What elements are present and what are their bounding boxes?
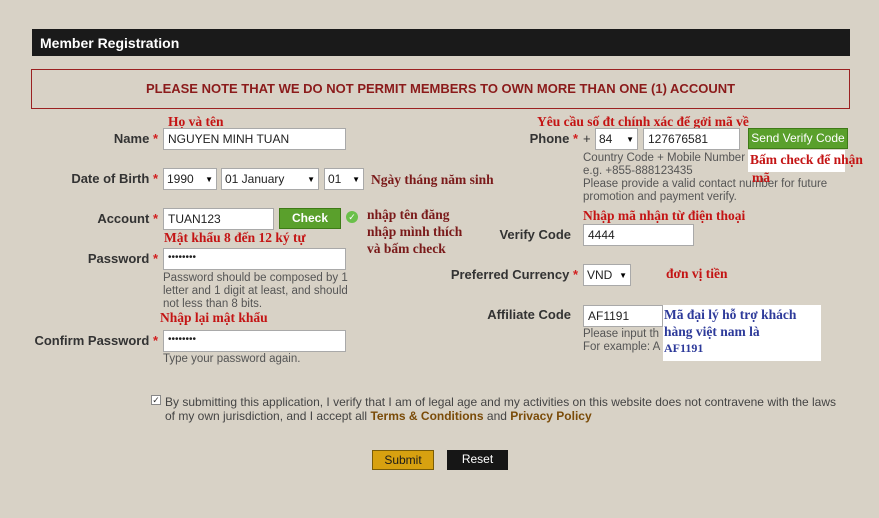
confirm-password-hint: Type your password again. [163, 353, 301, 365]
password-input[interactable]: •••••••• [163, 248, 346, 270]
password-hint: Password should be composed by 1 letter … [163, 272, 348, 310]
verify-code-input[interactable]: 4444 [583, 224, 694, 246]
checkmark-icon: ✓ [346, 211, 358, 223]
confirm-password-label: Confirm Password * [34, 333, 158, 348]
chevron-down-icon: ▼ [619, 270, 627, 280]
annotation-ngay-thang: Ngày tháng năm sinh [371, 172, 494, 187]
page-title: Member Registration [40, 35, 180, 51]
send-verify-code-button[interactable]: Send Verify Code [748, 128, 848, 149]
form-header: Member Registration [32, 29, 850, 56]
affiliate-label: Affiliate Code [487, 307, 571, 322]
annotation-ma-dai-ly: Mã đại lý hỗ trợ khách hàng việt nam là … [663, 305, 821, 361]
annotation-don-vi-tien: đơn vị tiền [666, 266, 728, 281]
name-input[interactable]: NGUYEN MINH TUAN [163, 128, 346, 150]
terms-link[interactable]: Terms & Conditions [370, 409, 483, 423]
chevron-down-icon: ▼ [205, 174, 213, 184]
dob-month-select[interactable]: 01 January ▼ [221, 168, 319, 190]
verify-code-label: Verify Code [499, 227, 571, 242]
account-label: Account * [97, 211, 158, 226]
phone-plus: + [583, 131, 591, 146]
privacy-link[interactable]: Privacy Policy [510, 409, 591, 423]
affiliate-hint: Please input th For example: A [583, 328, 661, 353]
reset-button[interactable]: Reset [447, 450, 508, 470]
chevron-down-icon: ▼ [352, 174, 360, 184]
affiliate-input[interactable]: AF1191 [583, 305, 663, 327]
annotation-bam-check-2: mã [752, 170, 770, 185]
chevron-down-icon: ▼ [307, 174, 315, 184]
chevron-down-icon: ▼ [626, 134, 634, 144]
phone-label: Phone * [529, 131, 578, 146]
currency-select[interactable]: VND ▼ [583, 264, 631, 286]
agreement-text: By submitting this application, I verify… [165, 395, 837, 423]
currency-label: Preferred Currency * [450, 267, 578, 282]
annotation-mat-khau: Mật khẩu 8 đến 12 ký tự [164, 230, 306, 245]
annotation-bam-check: Bấm check để nhận [748, 150, 863, 172]
confirm-password-input[interactable]: •••••••• [163, 330, 346, 352]
account-input[interactable]: TUAN123 [163, 208, 274, 230]
phone-input[interactable]: 127676581 [643, 128, 740, 150]
dob-year-select[interactable]: 1990 ▼ [163, 168, 217, 190]
password-label: Password * [87, 251, 158, 266]
dob-day-select[interactable]: 01 ▼ [324, 168, 364, 190]
submit-button[interactable]: Submit [372, 450, 434, 470]
notice-box: PLEASE NOTE THAT WE DO NOT PERMIT MEMBER… [31, 69, 850, 109]
notice-text: PLEASE NOTE THAT WE DO NOT PERMIT MEMBER… [145, 81, 736, 96]
annotation-nhap-ten: nhập tên đăng nhập mình thích và bấm che… [367, 207, 463, 256]
annotation-nhap-lai: Nhập lại mật khẩu [160, 310, 268, 326]
annotation-nhap-ma: Nhập mã nhận từ điện thoại [583, 208, 746, 223]
name-label: Name * [113, 131, 158, 146]
check-button[interactable]: Check [279, 208, 341, 229]
agree-checkbox[interactable]: ✓ [151, 395, 161, 405]
dob-label: Date of Birth * [71, 171, 158, 186]
country-code-select[interactable]: 84 ▼ [595, 128, 638, 150]
